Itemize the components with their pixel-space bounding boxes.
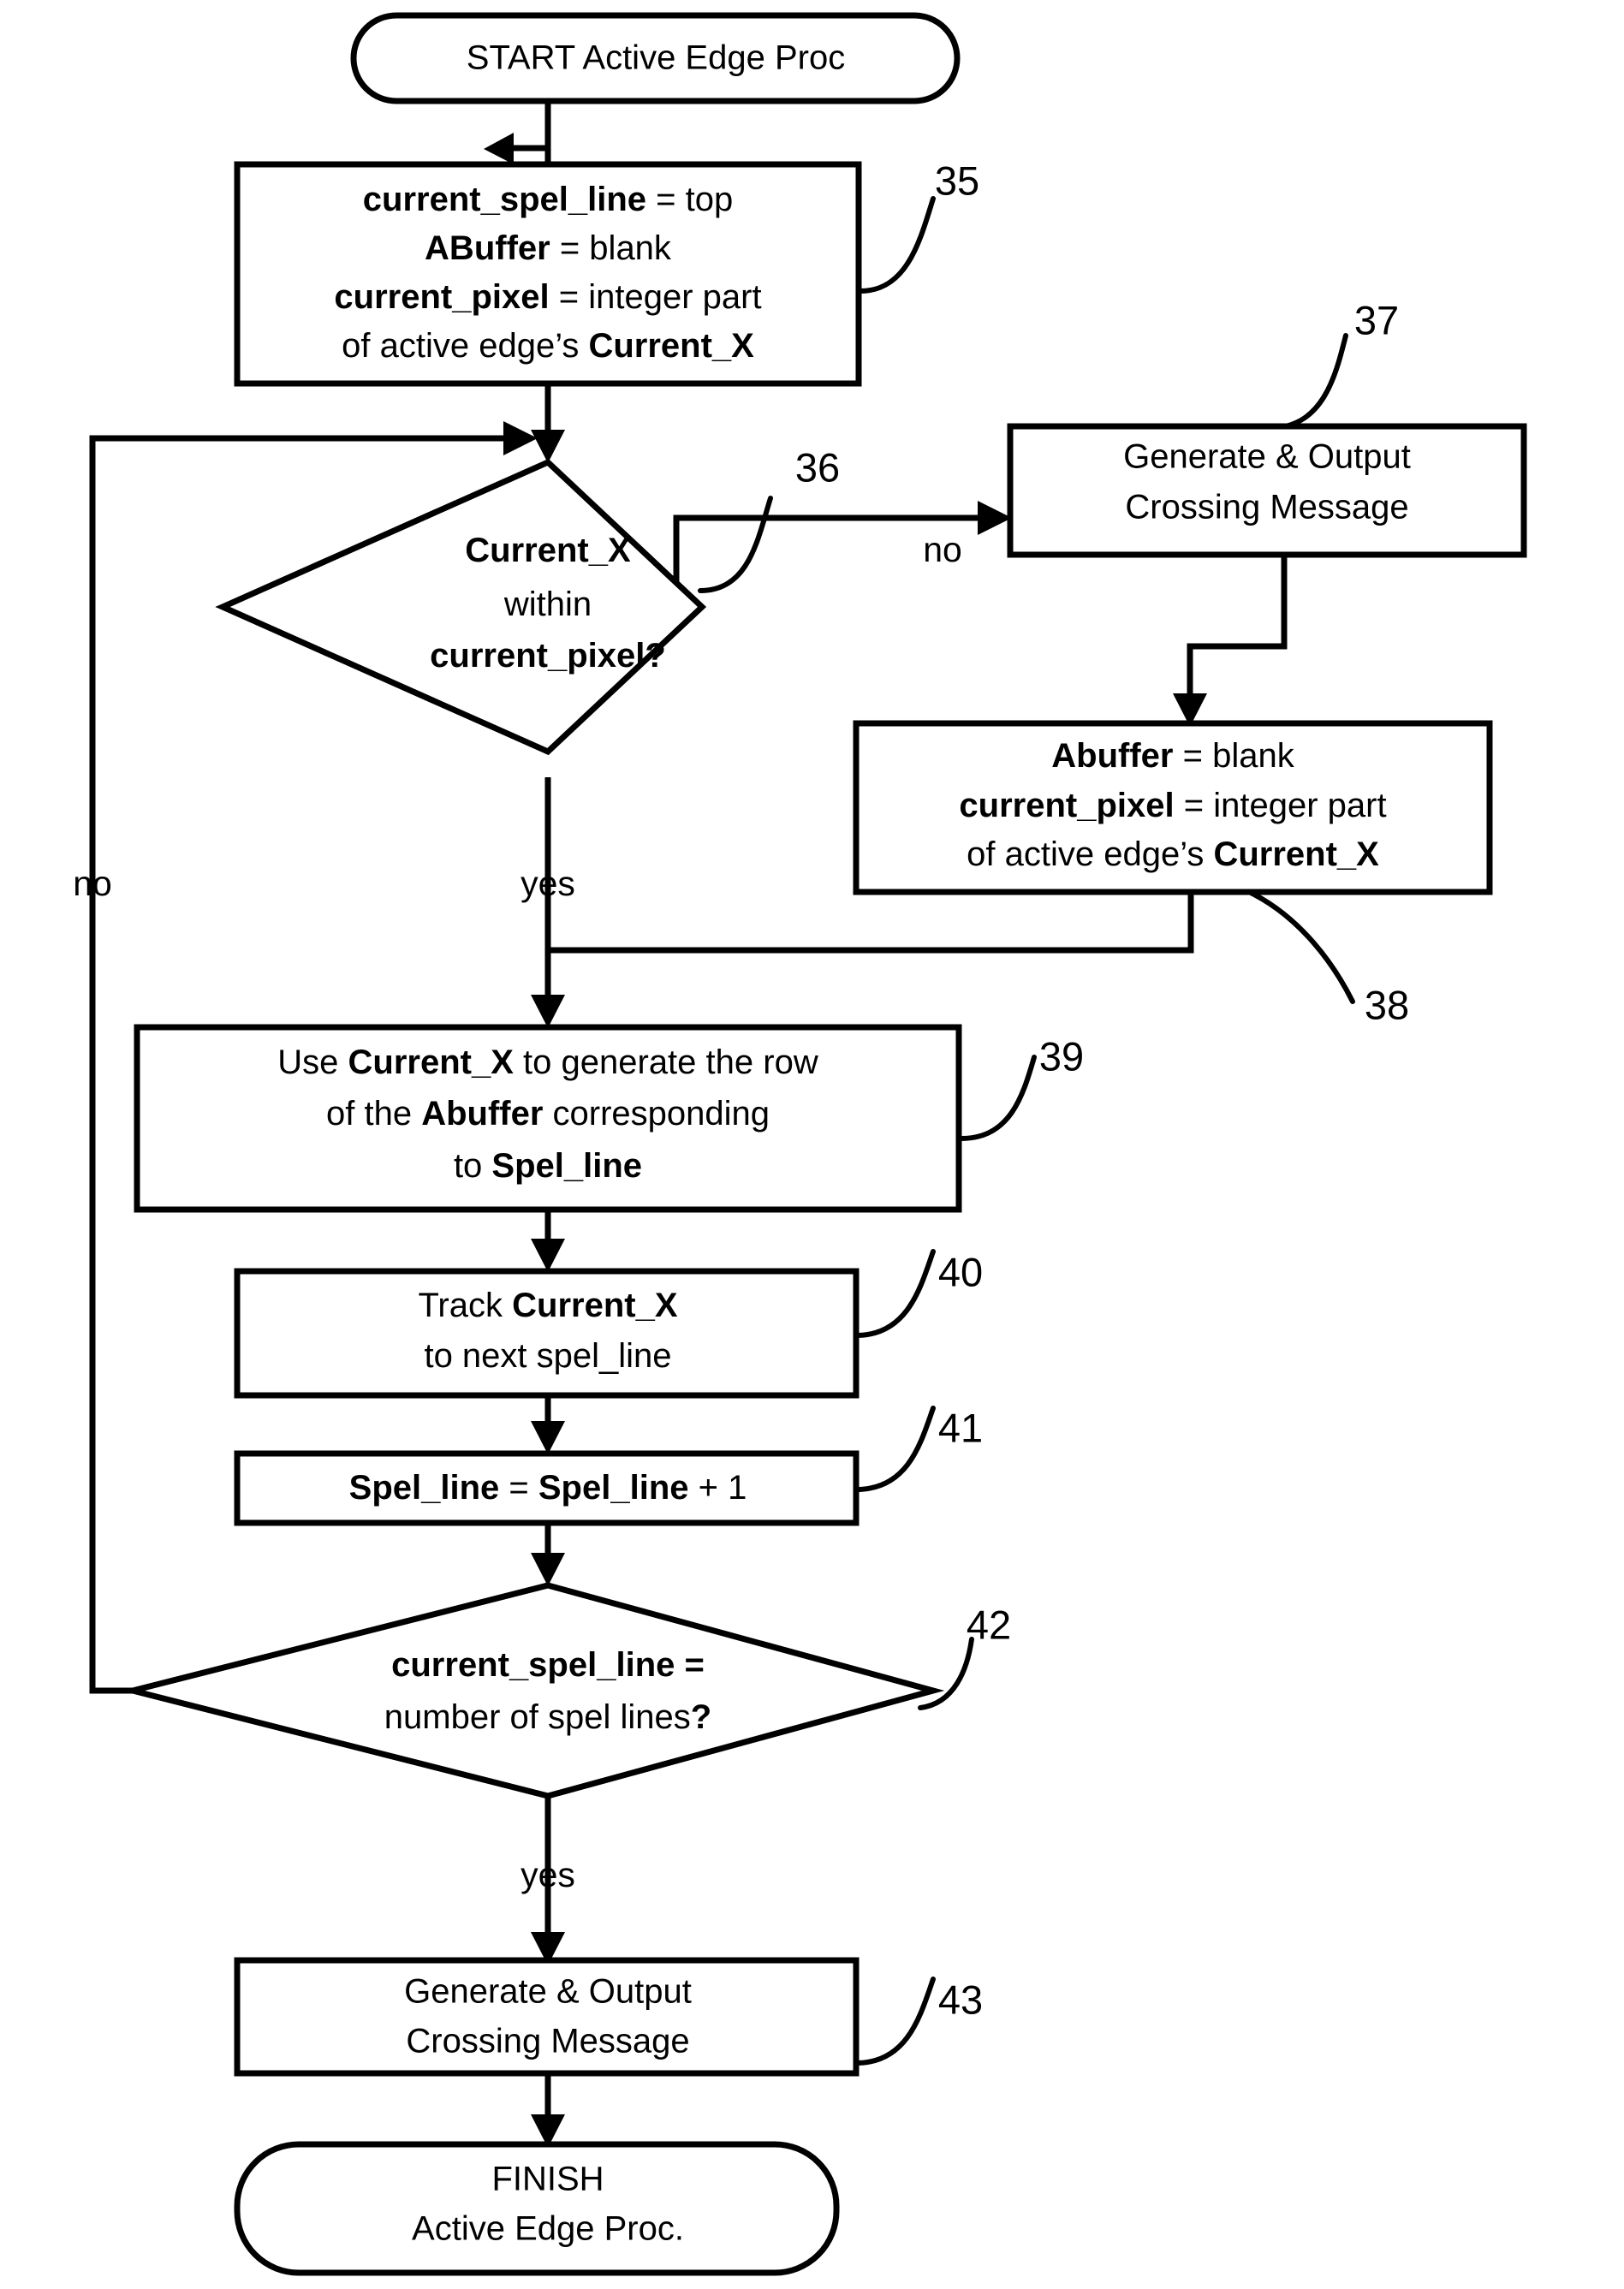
decision-36-line1: within — [503, 586, 592, 623]
connector-38-to-39 — [548, 892, 1194, 954]
arrowhead-36-39 — [531, 995, 565, 1028]
leader-40 — [854, 1249, 936, 1338]
crossing-43-line0: Generate & Output — [404, 1973, 692, 2011]
reset-38-line2: of active edge’s Current_X — [967, 835, 1379, 873]
crossing-43-line1: Crossing Message — [406, 2023, 689, 2060]
connector-37-to-38 — [1173, 555, 1288, 727]
arrowhead-41-42 — [531, 1553, 565, 1586]
arrowhead-40-41 — [531, 1421, 565, 1454]
ref-number-41: 41 — [938, 1405, 983, 1450]
decision-36-line0: Current_X — [465, 532, 631, 569]
arrowhead-39-40 — [531, 1239, 565, 1272]
ref-number-43: 43 — [938, 1977, 983, 2022]
connector-40-to-41 — [531, 1395, 565, 1454]
connector-41-to-42 — [531, 1523, 565, 1586]
connector-43-to-finish — [531, 2073, 565, 2148]
ref-number-37: 37 — [1354, 297, 1399, 342]
leader-36 — [698, 496, 773, 593]
decision-36-line2: current_pixel? — [430, 637, 666, 675]
node-decision-36[interactable] — [215, 458, 707, 756]
track-40-line0: Track Current_X — [418, 1287, 677, 1324]
flowchart-page: START Active Edge Proc current_spel_line… — [0, 0, 1624, 2289]
arrowhead-35-36 — [531, 430, 565, 463]
connector-35-to-36 — [531, 383, 565, 463]
start-label-line0: START Active Edge Proc — [467, 39, 845, 77]
connector-start-to-35 — [484, 101, 551, 167]
increment-41-line0: Spel_line = Spel_line + 1 — [349, 1469, 747, 1507]
edge-label-36-yes: yes — [521, 864, 575, 903]
reset-38-line0: Abuffer = blank — [1051, 737, 1294, 775]
finish-label-line0: FINISH — [491, 2161, 604, 2198]
ref-number-40: 40 — [938, 1249, 983, 1294]
ref-number-36: 36 — [795, 444, 840, 490]
arrowhead-36-37 — [978, 501, 1012, 535]
arrowhead-42-36 — [503, 421, 538, 455]
ref-number-38: 38 — [1365, 982, 1409, 1027]
init-35-line1: ABuffer = blank — [425, 229, 672, 267]
leader-43 — [854, 1977, 936, 2066]
crossing-37-line1: Crossing Message — [1125, 489, 1408, 526]
reset-38-line1: current_pixel = integer part — [959, 787, 1386, 824]
ref-number-35: 35 — [935, 158, 979, 203]
leader-41 — [854, 1406, 936, 1492]
ref-number-42: 42 — [967, 1602, 1011, 1647]
finish-label-line1: Active Edge Proc. — [412, 2210, 684, 2248]
edge-label-42-yes: yes — [521, 1855, 575, 1894]
track-40-line1: to next spel_line — [424, 1337, 671, 1375]
leader-37 — [1267, 333, 1348, 431]
generate-row-39-line2: to Spel_line — [454, 1147, 642, 1185]
init-35-line0: current_spel_line = top — [363, 181, 733, 218]
decision-42-line0: current_spel_line = — [391, 1646, 705, 1684]
generate-row-39-line0: Use Current_X to generate the row — [277, 1043, 818, 1081]
generate-row-39-line1: of the Abuffer corresponding — [326, 1095, 770, 1133]
crossing-37-line0: Generate & Output — [1123, 438, 1411, 476]
flowchart-canvas: START Active Edge Proc current_spel_line… — [73, 12, 1527, 2276]
decision-42-line1: number of spel lines? — [384, 1698, 711, 1736]
leader-42 — [918, 1637, 974, 1710]
node-decision-42[interactable] — [132, 1582, 945, 1799]
edge-label-42-no: no — [73, 864, 112, 903]
init-35-line2: current_pixel = integer part — [334, 278, 761, 316]
leader-39 — [959, 1055, 1037, 1141]
init-35-line3: of active edge’s Current_X — [342, 327, 754, 365]
leader-38 — [1243, 888, 1355, 1004]
leader-35 — [858, 196, 936, 294]
ref-number-39: 39 — [1039, 1033, 1084, 1079]
connector-39-to-40 — [531, 1210, 565, 1272]
edge-label-36-no: no — [923, 530, 962, 569]
arrowhead-start-35 — [484, 133, 514, 164]
